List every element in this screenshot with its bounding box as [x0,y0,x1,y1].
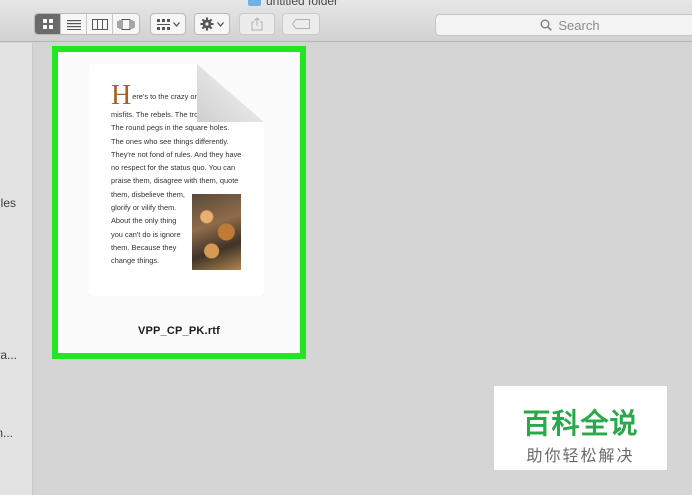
arrange-button[interactable] [150,13,186,35]
document-page: H ere's to the crazy ones misfits. The r… [89,64,264,296]
window-title-text: untitled folder [266,0,339,8]
list-icon [66,19,81,30]
arrange-grid-icon [156,18,170,30]
page-curl [197,64,264,122]
watermark-subtitle: 助你轻松解决 [526,448,635,465]
document-photo [192,194,241,270]
search-field[interactable]: Search [435,14,692,36]
search-icon [540,19,553,31]
preview-line: The ones who see things differently. [111,136,229,146]
finder-toolbar: untitled folder Search [0,0,692,42]
preview-line: misfits. The rebels. The trou [111,110,203,119]
share-button[interactable] [239,13,275,35]
tag-icon [292,19,310,29]
sidebar-item[interactable]: n... [0,426,13,440]
column-view-button[interactable] [87,14,113,34]
file-name-label[interactable]: VPP_CP_PK.rtf [52,325,306,337]
search-placeholder: Search [558,17,600,33]
preview-line: They're not fond of rules. And they have [111,149,242,159]
preview-line: ere's to the crazy ones [132,92,203,101]
chevron-down-icon [217,21,224,27]
preview-line: no respect for the status quo. You can [111,163,236,173]
action-button[interactable] [194,13,230,35]
file-icon-rtf[interactable]: H ere's to the crazy ones misfits. The r… [89,64,264,296]
sidebar: les va... n... [0,43,33,495]
gear-icon [200,17,214,31]
share-icon [251,17,263,31]
preview-line: The round pegs in the square holes. [111,123,230,133]
drop-cap: H [111,80,132,111]
coverflow-icon [117,18,135,30]
icon-view-button[interactable] [35,14,61,34]
list-view-button[interactable] [61,14,87,34]
watermark: 百科全说 助你轻松解决 [494,386,667,470]
gallery-view-button[interactable] [113,14,139,34]
view-mode-selector [34,13,140,35]
sidebar-item[interactable]: va... [0,348,17,362]
chevron-down-icon [172,21,180,27]
columns-icon [91,18,108,30]
preview-line: praise them, disagree with them, quote [111,176,239,186]
tag-button[interactable] [282,13,320,35]
sidebar-item[interactable]: les [1,196,16,210]
watermark-title: 百科全说 [522,408,639,439]
window-title: untitled folder [248,0,338,8]
grid-icon [42,19,53,29]
folder-icon [248,0,261,6]
